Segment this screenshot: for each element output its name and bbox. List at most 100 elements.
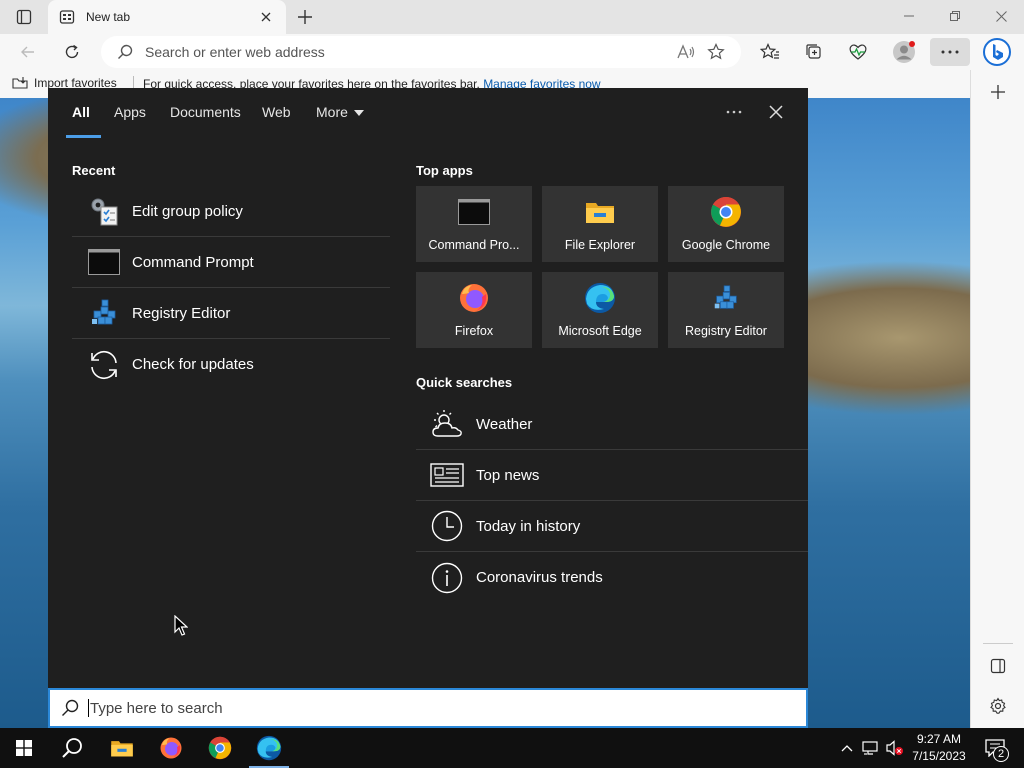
quick-search-label: Coronavirus trends [476, 569, 603, 586]
volume-button[interactable] [885, 738, 905, 758]
plus-icon [991, 85, 1005, 99]
settings-and-more-button[interactable] [930, 38, 970, 66]
address-bar[interactable]: Search or enter web address [101, 36, 741, 68]
top-app-registry-editor[interactable]: Registry Editor [668, 272, 784, 348]
windows-search-panel: All Apps Documents Web More Recent Edit … [48, 88, 808, 688]
read-aloud-icon [677, 44, 695, 59]
group-policy-icon [86, 193, 122, 229]
tab-all[interactable]: All [72, 104, 90, 120]
quick-search-weather[interactable]: Weather [416, 399, 808, 450]
text-caret [88, 699, 89, 717]
show-hidden-icons-button[interactable] [837, 738, 857, 758]
speaker-muted-icon [886, 740, 903, 756]
top-app-file-explorer[interactable]: File Explorer [542, 186, 658, 262]
quick-searches-heading: Quick searches [416, 375, 513, 390]
taskbar-google-chrome[interactable] [196, 728, 244, 768]
recent-item-edit-group-policy[interactable]: Edit group policy [72, 186, 390, 237]
hide-sidebar-button[interactable] [984, 652, 1012, 680]
close-icon [261, 12, 271, 22]
tab-actions-button[interactable] [8, 5, 40, 29]
collections-icon [806, 44, 821, 59]
favorites-icon [760, 43, 779, 59]
top-app-label: Command Pro... [428, 238, 520, 252]
search-options-button[interactable] [722, 100, 746, 124]
gear-icon [990, 697, 1006, 714]
registry-editor-icon [86, 295, 122, 331]
chevron-up-icon [841, 745, 853, 752]
taskbar-firefox[interactable] [147, 728, 195, 768]
close-window-button[interactable] [978, 0, 1024, 32]
taskbar-search-box[interactable] [48, 688, 808, 728]
quick-search-top-news[interactable]: Top news [416, 450, 808, 501]
browser-essentials-button[interactable] [842, 38, 874, 66]
browser-tab-new-tab[interactable]: New tab [48, 0, 286, 34]
tab-more[interactable]: More [316, 104, 364, 120]
quick-search-today-in-history[interactable]: Today in history [416, 501, 808, 552]
start-button[interactable] [0, 728, 48, 768]
favorites-button[interactable] [754, 38, 786, 66]
recent-item-registry-editor[interactable]: Registry Editor [72, 288, 390, 339]
refresh-icon [86, 347, 122, 383]
tab-close-button[interactable] [256, 7, 276, 27]
chrome-icon [710, 196, 742, 228]
address-input[interactable]: Search or enter web address [145, 44, 671, 60]
top-app-microsoft-edge[interactable]: Microsoft Edge [542, 272, 658, 348]
tab-web[interactable]: Web [262, 104, 291, 120]
restore-button[interactable] [932, 0, 978, 32]
heart-pulse-icon [849, 44, 867, 60]
collections-button[interactable] [798, 38, 830, 66]
new-tab-button[interactable] [293, 5, 317, 29]
top-app-google-chrome[interactable]: Google Chrome [668, 186, 784, 262]
network-status-button[interactable] [861, 738, 881, 758]
system-clock[interactable]: 9:27 AM 7/15/2023 [906, 731, 972, 765]
top-app-label: Google Chrome [681, 238, 771, 252]
search-input[interactable] [90, 699, 806, 717]
tab-apps[interactable]: Apps [114, 104, 146, 120]
top-app-command-prompt[interactable]: Command Pro... [416, 186, 532, 262]
top-app-label: Registry Editor [685, 324, 767, 338]
caret-down-icon [353, 110, 364, 117]
command-prompt-icon [458, 196, 490, 228]
avatar-icon [893, 41, 915, 63]
quick-search-coronavirus-trends[interactable]: Coronavirus trends [416, 552, 808, 603]
recent-heading: Recent [72, 163, 116, 178]
folder-icon [584, 196, 616, 228]
command-prompt-icon [86, 244, 122, 280]
clock-time: 9:27 AM [916, 732, 962, 746]
info-icon [430, 561, 464, 595]
restore-icon [950, 11, 960, 21]
recent-item-label: Command Prompt [132, 253, 254, 271]
add-favorite-button[interactable] [701, 40, 731, 64]
sidebar-panel-icon [990, 658, 1006, 674]
quick-search-label: Top news [476, 466, 540, 484]
refresh-button[interactable] [58, 38, 86, 66]
recent-item-check-for-updates[interactable]: Check for updates [72, 339, 390, 390]
taskbar-file-explorer[interactable] [98, 728, 146, 768]
close-search-button[interactable] [764, 100, 788, 124]
top-app-label: Firefox [454, 324, 494, 338]
top-app-firefox[interactable]: Firefox [416, 272, 532, 348]
bing-chat-button[interactable] [980, 36, 1014, 68]
close-icon [995, 10, 1007, 22]
add-sidebar-app-button[interactable] [984, 78, 1012, 106]
firefox-icon [458, 282, 490, 314]
active-tab-indicator [66, 135, 101, 138]
new-tab-page-icon [58, 8, 76, 26]
sidebar-settings-button[interactable] [984, 692, 1012, 720]
star-icon [707, 43, 725, 60]
weather-icon [430, 407, 464, 441]
tab-documents[interactable]: Documents [170, 104, 241, 120]
arrow-left-icon [21, 46, 34, 58]
back-button[interactable] [14, 38, 42, 66]
minimize-button[interactable] [886, 0, 932, 32]
taskbar-search-button[interactable] [48, 728, 96, 768]
quick-search-label: Today in history [476, 517, 581, 535]
plus-icon [298, 10, 312, 24]
read-aloud-button[interactable] [671, 40, 701, 64]
search-icon [60, 698, 80, 718]
mouse-cursor-icon [174, 615, 188, 636]
notification-count-badge: 2 [993, 746, 1009, 762]
taskbar-microsoft-edge[interactable] [245, 728, 293, 768]
recent-item-command-prompt[interactable]: Command Prompt [72, 237, 390, 288]
profile-button[interactable] [888, 38, 920, 66]
